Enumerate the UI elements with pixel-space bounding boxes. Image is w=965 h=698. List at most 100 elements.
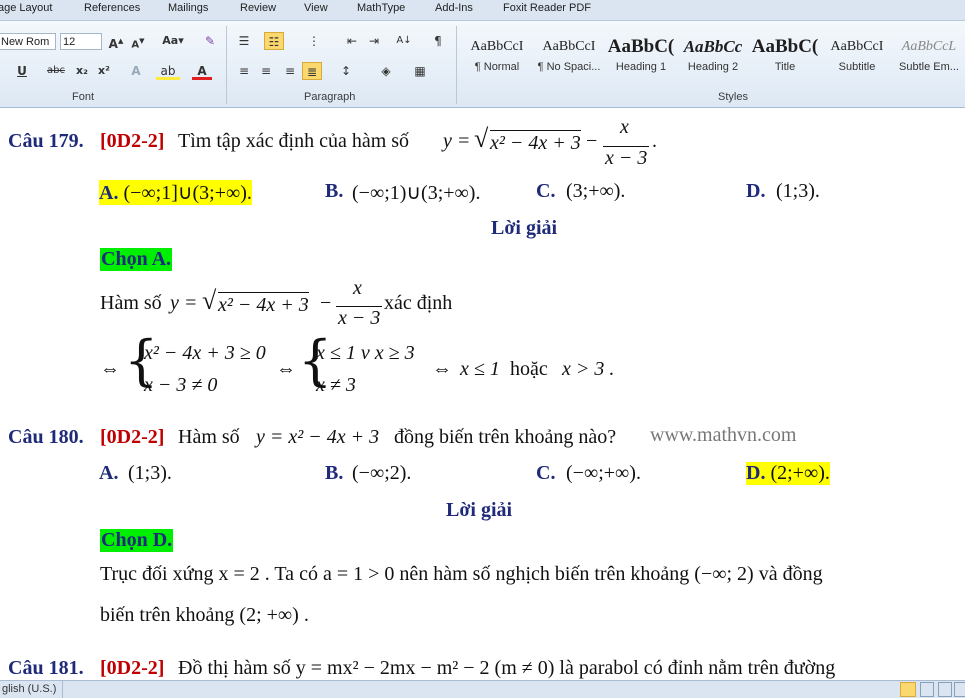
question-179-label: Câu 179. [8,130,84,152]
question-179-lhs: y = [443,130,471,152]
question-179-frac-num: x [620,116,629,138]
subscript-icon[interactable]: x₂ [72,62,92,80]
conclusion-1: x ≤ 1 [460,358,500,380]
numbering-icon[interactable]: ☷ [264,32,284,50]
status-divider [62,681,63,698]
option-c-value: (3;+∞). [566,180,626,202]
clear-format-icon[interactable]: ✎ [200,32,220,50]
iff-symbol: ⇔ [276,358,296,380]
outline-view-icon[interactable] [954,682,965,697]
language-indicator[interactable]: glish (U.S.) [2,683,56,695]
font-color-icon[interactable]: A [192,62,212,80]
style-title[interactable]: AaBbC( Title [749,33,821,87]
system2-row1: x ≤ 1 v x ≥ 3 [316,342,415,364]
superscript-icon[interactable]: x² [94,62,114,80]
minus-sign: − [586,130,598,152]
full-screen-reading-icon[interactable] [920,682,934,697]
font-size-box[interactable]: 12 [60,33,102,50]
multilevel-list-icon[interactable]: ⋮ [304,32,324,50]
tab-view[interactable]: View [304,2,328,14]
tab-mailings[interactable]: Mailings [168,2,208,14]
style-subtitle[interactable]: AaBbCcI Subtitle [821,33,893,87]
style-heading-2[interactable]: AaBbCc Heading 2 [677,33,749,87]
question-181-label: Câu 181. [8,657,84,679]
font-name-box[interactable]: New Rom [0,33,56,50]
option-b-value: (−∞;2). [352,462,412,484]
period: . [652,130,657,152]
shading-icon[interactable]: ◈ [376,62,396,80]
sort-icon[interactable]: A↓ [394,32,414,50]
option-c-label: C. [536,462,556,484]
minus-sign: − [320,292,332,314]
style-normal[interactable]: AaBbCcI ¶ Normal [461,33,533,87]
text-effects-icon[interactable]: A [126,62,146,80]
solution-lhs: y = [170,292,198,314]
question-180-text-end: đồng biến trên khoảng nào? [394,426,617,448]
style-sample: AaBbCc [683,37,743,56]
style-heading-1[interactable]: AaBbC( Heading 1 [605,33,677,87]
style-subtle-emphasis[interactable]: AaBbCcL Subtle Em... [893,33,965,87]
increase-indent-icon[interactable]: ⇥ [364,32,384,50]
style-name: Heading 2 [687,61,739,73]
explanation-line-2: biến trên khoảng (2; +∞) . [100,604,309,626]
style-sample: AaBbCcI [830,39,884,54]
solution-frac-den: x − 3 [336,306,383,329]
style-name: Subtle Em... [899,61,959,73]
underline-icon[interactable]: U [12,62,32,80]
watermark-text: www.mathvn.com [650,424,797,446]
iff-symbol: ⇔ [100,358,120,380]
style-name: Subtitle [838,61,876,73]
borders-icon[interactable]: ▦ [410,62,430,80]
solution-text-end: xác định [384,292,453,314]
justify-icon[interactable]: ≣ [302,62,322,80]
system1-row2: x − 3 ≠ 0 [144,374,218,396]
tab-review[interactable]: Review [240,2,276,14]
strikethrough-icon[interactable]: abc [44,62,68,80]
paragraph-group-label: Paragraph [304,91,356,103]
or-word: hoặc [510,358,548,380]
style-name: ¶ No Spaci... [537,61,601,73]
style-sample: AaBbCcI [542,39,596,54]
solution-frac-num: x [353,277,362,299]
option-c-label: C. [536,180,556,202]
change-case-icon[interactable]: Aa▾ [160,32,186,50]
chosen-answer: Chọn A. [100,248,173,271]
option-c-value: (−∞;+∞). [566,462,641,484]
style-name: Title [774,61,796,73]
explanation-line-1: Trục đối xứng x = 2 . Ta có a = 1 > 0 nê… [100,563,823,585]
show-formatting-icon[interactable]: ¶ [428,32,448,50]
tab-add-ins[interactable]: Add-Ins [435,2,473,14]
group-divider [456,26,457,104]
line-spacing-icon[interactable]: ↕ [336,62,356,80]
style-sample: AaBbC( [751,36,819,57]
option-d-value: (1;3). [776,180,820,202]
align-center-icon[interactable]: ≡ [256,62,276,80]
question-179-frac-den: x − 3 [603,146,650,169]
align-right-icon[interactable]: ≡ [280,62,300,80]
system1-row1: x² − 4x + 3 ≥ 0 [144,342,266,364]
highlight-color-icon[interactable]: ab [156,62,180,80]
question-179-text: Tìm tập xác định của hàm số [178,130,410,152]
solution-text: Hàm số [100,292,162,314]
bullets-icon[interactable]: ☰ [234,32,254,50]
grow-font-icon[interactable]: A▲ [106,32,126,51]
print-layout-icon[interactable] [900,682,916,697]
tab-mathtype[interactable]: MathType [357,2,405,14]
document-page[interactable]: Câu 179. [0D2-2] Tìm tập xác định của hà… [0,108,965,680]
tab-page-layout[interactable]: age Layout [0,2,52,14]
conclusion-2: x > 3 . [562,358,615,380]
style-name: ¶ Normal [474,61,520,73]
web-layout-icon[interactable] [938,682,952,697]
decrease-indent-icon[interactable]: ⇤ [342,32,362,50]
tab-foxit-reader-pdf[interactable]: Foxit Reader PDF [503,2,591,14]
font-group-label: Font [72,91,95,103]
group-divider [226,26,227,104]
tab-references[interactable]: References [84,2,140,14]
align-left-icon[interactable]: ≡ [234,62,254,80]
option-b-value: (−∞;1)∪(3;+∞). [352,182,481,204]
shrink-font-icon[interactable]: A▼ [128,32,148,50]
solution-heading: Lời giải [446,499,513,521]
style-no-spacing[interactable]: AaBbCcI ¶ No Spaci... [533,33,605,87]
chosen-answer: Chọn D. [100,529,174,552]
option-d-label: D. (2;+∞). [746,462,830,485]
